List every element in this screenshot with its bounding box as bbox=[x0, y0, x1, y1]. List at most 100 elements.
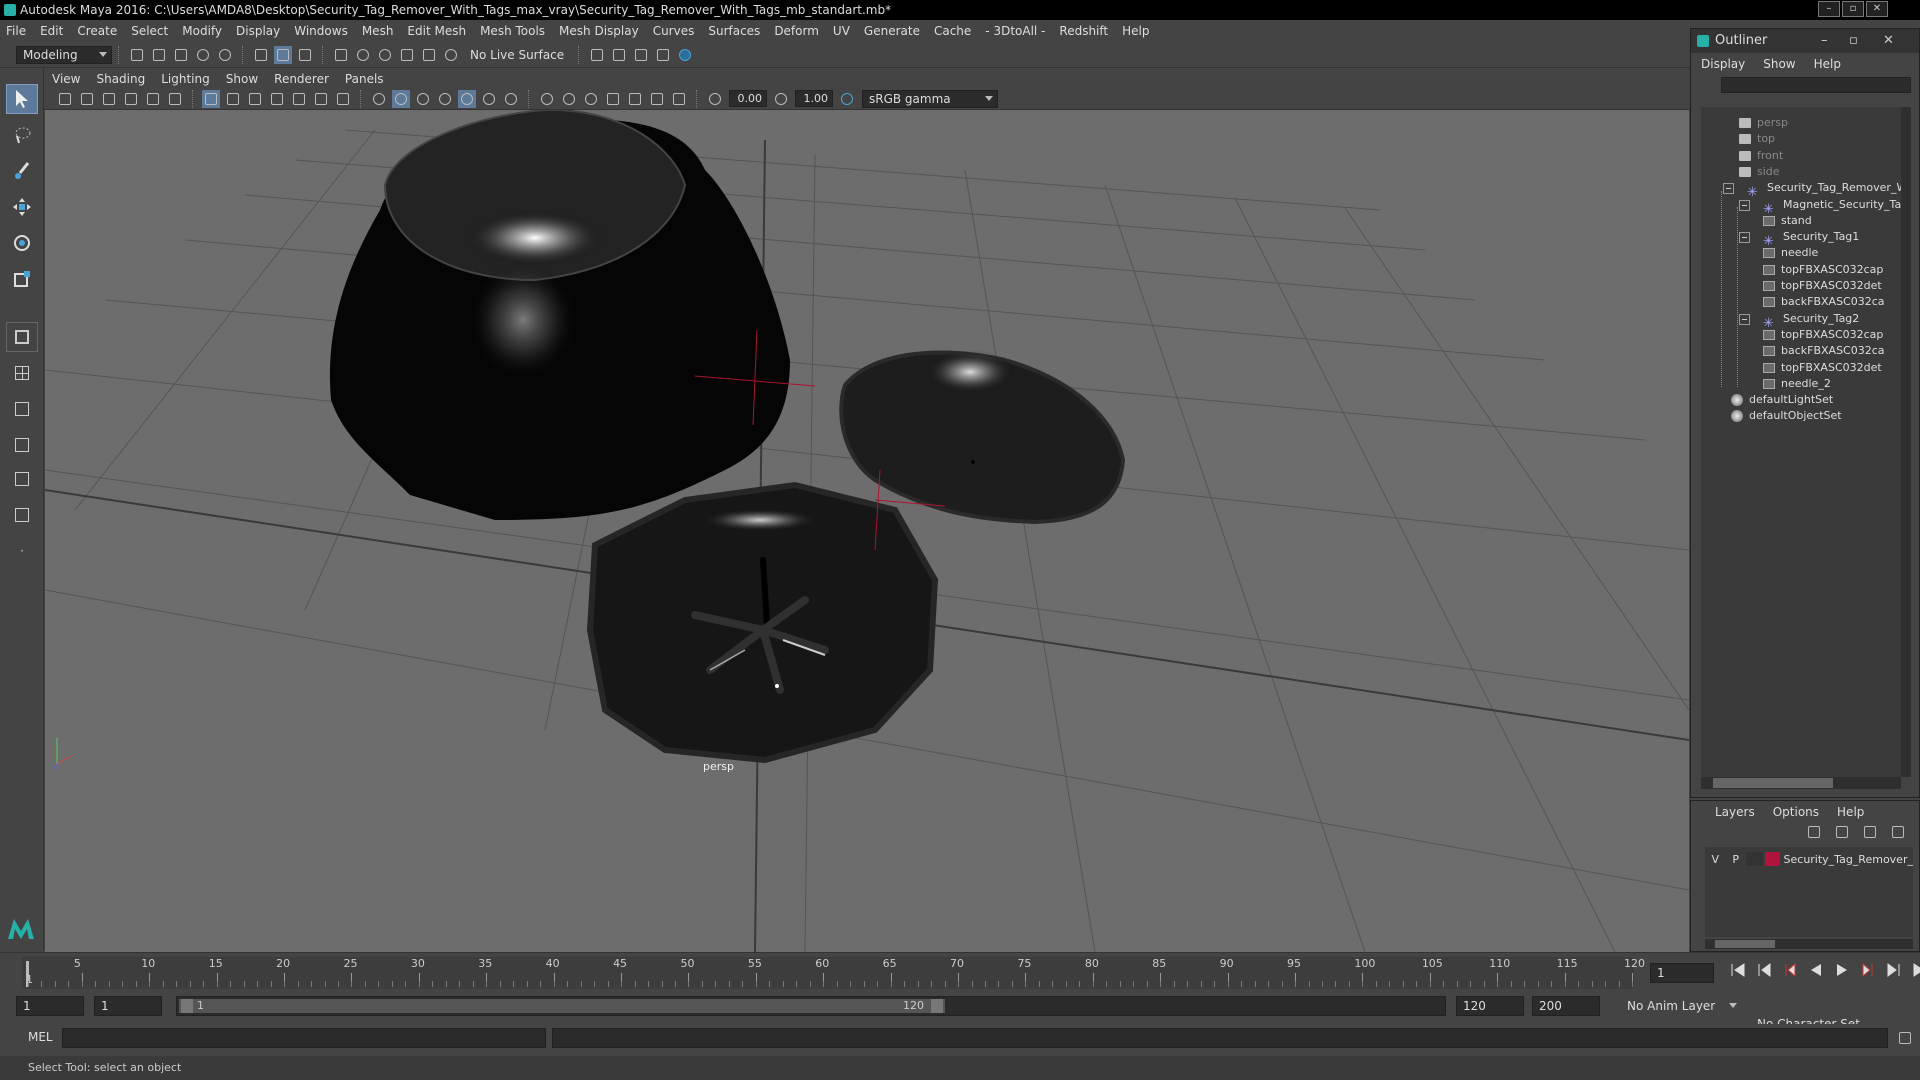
move-layer-up-icon[interactable] bbox=[1805, 823, 1823, 841]
color-management-icon[interactable] bbox=[838, 90, 856, 108]
menu-edit-mesh[interactable]: Edit Mesh bbox=[407, 24, 466, 38]
grid-icon[interactable] bbox=[202, 89, 220, 108]
redo-icon[interactable] bbox=[216, 46, 234, 64]
wireframe-icon[interactable] bbox=[370, 90, 388, 108]
move-layer-down-icon[interactable] bbox=[1833, 823, 1851, 841]
menu-select[interactable]: Select bbox=[131, 24, 168, 38]
layer-row[interactable]: V P Security_Tag_Remover_ bbox=[1705, 849, 1913, 869]
menu-surfaces[interactable]: Surfaces bbox=[708, 24, 760, 38]
outliner-hscrollbar[interactable] bbox=[1701, 777, 1901, 789]
animation-start-field[interactable]: 1 bbox=[16, 996, 84, 1016]
screen-space-ao-icon[interactable] bbox=[502, 90, 520, 108]
scroll-thumb[interactable] bbox=[1713, 778, 1833, 788]
menu-generate[interactable]: Generate bbox=[864, 24, 920, 38]
render-settings-icon[interactable] bbox=[654, 46, 672, 64]
anti-alias-icon[interactable] bbox=[560, 90, 578, 108]
step-back-key-icon[interactable] bbox=[1782, 962, 1800, 981]
grease-pencil-icon[interactable] bbox=[166, 90, 184, 108]
animation-end-field[interactable]: 200 bbox=[1532, 996, 1600, 1016]
menu-set-dropdown[interactable]: Modeling bbox=[16, 45, 112, 64]
go-to-start-icon[interactable] bbox=[1730, 963, 1748, 981]
collapse-toggle-icon[interactable] bbox=[1739, 199, 1750, 211]
magnet-icon[interactable] bbox=[442, 46, 460, 64]
panel-menu-panels[interactable]: Panels bbox=[345, 72, 384, 86]
smooth-shade-icon[interactable] bbox=[392, 89, 410, 108]
menu-windows[interactable]: Windows bbox=[294, 24, 348, 38]
scroll-thumb[interactable] bbox=[1715, 940, 1775, 948]
layer-display-type[interactable] bbox=[1745, 852, 1763, 866]
outliner-vscrollbar[interactable] bbox=[1901, 107, 1911, 777]
layout-quad-button[interactable] bbox=[6, 358, 38, 388]
depth-of-field-icon[interactable] bbox=[582, 90, 600, 108]
snap-grid-icon[interactable] bbox=[332, 46, 350, 64]
current-frame-field[interactable]: 1 bbox=[1650, 963, 1714, 983]
save-scene-icon[interactable] bbox=[172, 46, 190, 64]
panel-menu-renderer[interactable]: Renderer bbox=[274, 72, 329, 86]
menu-create[interactable]: Create bbox=[77, 24, 117, 38]
layout-single-button[interactable] bbox=[6, 322, 38, 352]
step-forward-key-icon[interactable] bbox=[1860, 962, 1878, 981]
paint-select-tool-button[interactable] bbox=[6, 156, 38, 186]
select-object-icon[interactable] bbox=[274, 45, 292, 64]
menu-cache[interactable]: Cache bbox=[934, 24, 971, 38]
minimize-button[interactable]: – bbox=[1818, 1, 1840, 17]
playback-end-field[interactable]: 120 bbox=[1456, 996, 1524, 1016]
layer-hscrollbar[interactable] bbox=[1705, 939, 1913, 949]
snap-view-plane-icon[interactable] bbox=[398, 46, 416, 64]
field-chart-icon[interactable] bbox=[290, 90, 308, 108]
safe-action-icon[interactable] bbox=[312, 90, 330, 108]
open-scene-icon[interactable] bbox=[150, 46, 168, 64]
live-surface-label[interactable]: No Live Surface bbox=[470, 48, 564, 62]
step-forward-icon[interactable] bbox=[1886, 963, 1904, 981]
menu-modify[interactable]: Modify bbox=[182, 24, 222, 38]
safe-title-icon[interactable] bbox=[334, 90, 352, 108]
scene-canvas[interactable]: persp bbox=[45, 110, 1689, 952]
new-layer-selected-icon[interactable] bbox=[1889, 823, 1907, 841]
hypershade-icon[interactable] bbox=[676, 46, 694, 64]
layout-hypershade-button[interactable] bbox=[6, 500, 38, 530]
minimize-icon[interactable]: – bbox=[1821, 29, 1828, 53]
collapse-toggle-icon[interactable] bbox=[1723, 183, 1734, 195]
panel-menu-shading[interactable]: Shading bbox=[96, 72, 145, 86]
move-tool-button[interactable] bbox=[6, 192, 38, 222]
snap-point-icon[interactable] bbox=[376, 46, 394, 64]
close-icon[interactable]: ✕ bbox=[1883, 29, 1894, 53]
range-slider-handle[interactable]: 1 120 bbox=[179, 999, 945, 1013]
layer-playback-toggle[interactable]: P bbox=[1725, 853, 1745, 866]
gate-mask-icon[interactable] bbox=[268, 90, 286, 108]
layout-graph-button[interactable] bbox=[6, 464, 38, 494]
render-frame-icon[interactable] bbox=[610, 46, 628, 64]
xray-joints-icon[interactable] bbox=[648, 90, 666, 108]
rotate-tool-button[interactable] bbox=[6, 228, 38, 258]
exposure-field[interactable]: 0.00 bbox=[729, 90, 767, 107]
view-transform-dropdown[interactable]: sRGB gamma bbox=[862, 89, 998, 108]
outliner-tree[interactable]: persp top front side ✳ Security_Tag_Remover_W… bbox=[1701, 107, 1901, 777]
image-plane-icon[interactable] bbox=[122, 90, 140, 108]
layout-outliner-button[interactable] bbox=[6, 430, 38, 460]
security-tag-1[interactable] bbox=[586, 481, 939, 764]
new-layer-icon[interactable] bbox=[1861, 823, 1879, 841]
step-back-icon[interactable] bbox=[1756, 963, 1774, 981]
time-slider[interactable]: 1 1 5 10 15 20 25 30 35 40 45 50 55 60 65 70 75 80 85 90 9… bbox=[0, 952, 1920, 992]
exposure-icon[interactable] bbox=[706, 90, 724, 108]
maximize-button[interactable]: ▫ bbox=[1842, 1, 1864, 17]
outliner-item[interactable]: defaultObjectSet bbox=[1731, 406, 1842, 426]
range-right-grip[interactable] bbox=[931, 999, 943, 1013]
new-scene-icon[interactable] bbox=[128, 46, 146, 64]
menu-mesh-display[interactable]: Mesh Display bbox=[559, 24, 639, 38]
menu-display[interactable]: Display bbox=[236, 24, 280, 38]
panel-menu-view[interactable]: View bbox=[52, 72, 80, 86]
camera-select-icon[interactable] bbox=[56, 90, 74, 108]
outliner-filter-input[interactable] bbox=[1721, 77, 1911, 93]
lasso-tool-button[interactable] bbox=[6, 120, 38, 150]
layer-menu-options[interactable]: Options bbox=[1773, 805, 1819, 819]
collapse-toggle-icon[interactable] bbox=[1739, 232, 1750, 244]
command-language-label[interactable]: MEL bbox=[28, 1030, 53, 1044]
range-left-grip[interactable] bbox=[181, 999, 193, 1013]
command-input[interactable] bbox=[62, 1028, 546, 1048]
panel-menu-lighting[interactable]: Lighting bbox=[161, 72, 210, 86]
xray-components-icon[interactable] bbox=[670, 90, 688, 108]
go-to-end-icon[interactable] bbox=[1912, 963, 1920, 981]
film-gate-icon[interactable] bbox=[224, 90, 242, 108]
gamma-icon[interactable] bbox=[772, 90, 790, 108]
